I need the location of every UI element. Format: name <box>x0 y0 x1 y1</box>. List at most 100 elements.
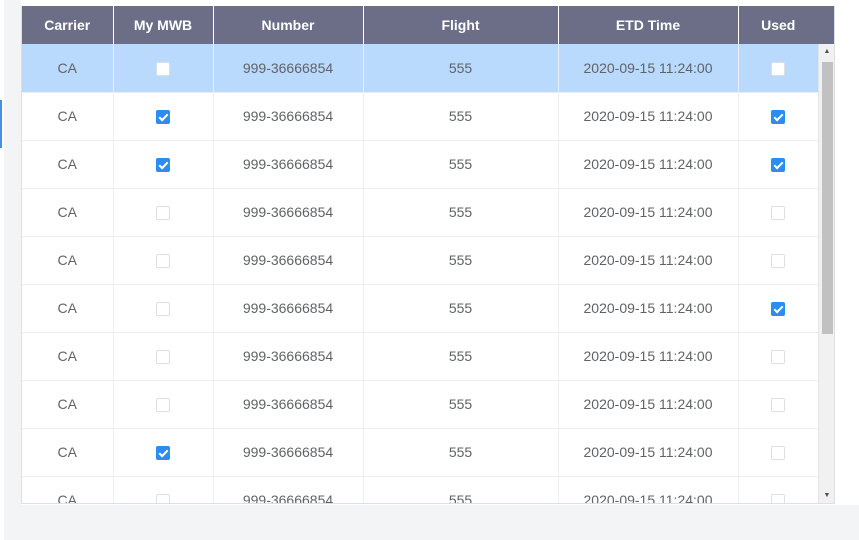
my-mwb-cell <box>113 92 214 141</box>
used-checkbox[interactable] <box>771 350 786 365</box>
my-mwb-cell <box>113 44 214 93</box>
carrier-cell: CA <box>22 140 114 189</box>
flight-cell: 555 <box>363 44 559 93</box>
my-mwb-cell <box>113 476 214 503</box>
my-mwb-cell <box>113 428 214 477</box>
etd-time-cell: 2020-09-15 11:24:00 <box>558 188 739 237</box>
flight-cell: 555 <box>363 140 559 189</box>
used-checkbox[interactable] <box>771 494 786 503</box>
table-row[interactable]: CA 999-36666854 555 2020-09-15 11:24:00 <box>22 476 818 503</box>
used-checkbox[interactable] <box>771 206 786 221</box>
flight-cell: 555 <box>363 332 559 381</box>
number-cell: 999-36666854 <box>213 44 364 93</box>
carrier-cell: CA <box>22 332 114 381</box>
flight-cell: 555 <box>363 236 559 285</box>
used-cell <box>738 92 818 141</box>
page-background <box>4 0 21 505</box>
my-mwb-cell <box>113 188 214 237</box>
etd-time-cell: 2020-09-15 11:24:00 <box>558 236 739 285</box>
used-cell <box>738 284 818 333</box>
grid-header: Carrier My MWB Number Flight ETD Time Us… <box>22 6 818 44</box>
my-mwb-checkbox[interactable] <box>156 206 170 221</box>
my-mwb-cell <box>113 380 214 429</box>
table-row[interactable]: CA 999-36666854 555 2020-09-15 11:24:00 <box>22 284 818 333</box>
used-cell <box>738 140 818 189</box>
scroll-down-icon[interactable]: ▼ <box>819 488 834 503</box>
header-gutter <box>818 6 834 44</box>
number-cell: 999-36666854 <box>213 380 364 429</box>
etd-time-cell: 2020-09-15 11:24:00 <box>558 476 739 503</box>
used-checkbox[interactable] <box>771 110 786 125</box>
flight-cell: 555 <box>363 476 559 503</box>
my-mwb-checkbox[interactable] <box>156 350 170 365</box>
flight-cell: 555 <box>363 188 559 237</box>
scroll-up-icon[interactable]: ▲ <box>819 44 834 60</box>
used-checkbox[interactable] <box>771 302 786 317</box>
used-checkbox[interactable] <box>771 254 786 269</box>
column-header-flight[interactable]: Flight <box>363 6 559 44</box>
used-cell <box>738 476 818 503</box>
column-header-etd-time[interactable]: ETD Time <box>558 6 739 44</box>
column-header-carrier[interactable]: Carrier <box>22 6 114 44</box>
flight-cell: 555 <box>363 380 559 429</box>
scrollbar-thumb[interactable] <box>822 62 833 334</box>
used-cell <box>738 428 818 477</box>
used-cell <box>738 188 818 237</box>
etd-time-cell: 2020-09-15 11:24:00 <box>558 140 739 189</box>
number-cell: 999-36666854 <box>213 140 364 189</box>
my-mwb-checkbox[interactable] <box>156 446 170 461</box>
used-checkbox[interactable] <box>771 158 786 173</box>
column-header-used[interactable]: Used <box>738 6 818 44</box>
my-mwb-checkbox[interactable] <box>156 302 170 317</box>
table-row[interactable]: CA 999-36666854 555 2020-09-15 11:24:00 <box>22 188 818 237</box>
used-checkbox[interactable] <box>771 446 786 461</box>
number-cell: 999-36666854 <box>213 332 364 381</box>
carrier-cell: CA <box>22 284 114 333</box>
flight-cell: 555 <box>363 428 559 477</box>
number-cell: 999-36666854 <box>213 92 364 141</box>
used-checkbox[interactable] <box>771 398 786 413</box>
number-cell: 999-36666854 <box>213 236 364 285</box>
flight-cell: 555 <box>363 284 559 333</box>
my-mwb-checkbox[interactable] <box>156 398 170 413</box>
carrier-cell: CA <box>22 380 114 429</box>
grid-body: CA 999-36666854 555 2020-09-15 11:24:00 CA 99… <box>22 44 818 503</box>
used-checkbox[interactable] <box>771 61 786 76</box>
etd-time-cell: 2020-09-15 11:24:00 <box>558 44 739 93</box>
my-mwb-checkbox[interactable] <box>156 494 170 503</box>
my-mwb-checkbox[interactable] <box>156 158 170 173</box>
my-mwb-checkbox[interactable] <box>156 254 170 269</box>
used-cell <box>738 332 818 381</box>
column-header-my-mwb[interactable]: My MWB <box>113 6 214 44</box>
table-row[interactable]: CA 999-36666854 555 2020-09-15 11:24:00 <box>22 428 818 477</box>
column-header-number[interactable]: Number <box>213 6 364 44</box>
number-cell: 999-36666854 <box>213 428 364 477</box>
data-grid: Carrier My MWB Number Flight ETD Time Us… <box>21 6 835 504</box>
table-row[interactable]: CA 999-36666854 555 2020-09-15 11:24:00 <box>22 380 818 429</box>
etd-time-cell: 2020-09-15 11:24:00 <box>558 332 739 381</box>
my-mwb-cell <box>113 284 214 333</box>
table-row[interactable]: CA 999-36666854 555 2020-09-15 11:24:00 <box>22 44 818 93</box>
etd-time-cell: 2020-09-15 11:24:00 <box>558 428 739 477</box>
table-row[interactable]: CA 999-36666854 555 2020-09-15 11:24:00 <box>22 332 818 381</box>
flight-cell: 555 <box>363 92 559 141</box>
carrier-cell: CA <box>22 236 114 285</box>
vertical-scrollbar[interactable]: ▲ ▼ <box>818 44 834 503</box>
used-cell <box>738 380 818 429</box>
carrier-cell: CA <box>22 92 114 141</box>
my-mwb-checkbox[interactable] <box>156 110 170 125</box>
my-mwb-checkbox[interactable] <box>156 61 170 76</box>
carrier-cell: CA <box>22 188 114 237</box>
etd-time-cell: 2020-09-15 11:24:00 <box>558 380 739 429</box>
table-row[interactable]: CA 999-36666854 555 2020-09-15 11:24:00 <box>22 236 818 285</box>
used-cell <box>738 236 818 285</box>
table-row[interactable]: CA 999-36666854 555 2020-09-15 11:24:00 <box>22 92 818 141</box>
carrier-cell: CA <box>22 476 114 503</box>
etd-time-cell: 2020-09-15 11:24:00 <box>558 92 739 141</box>
carrier-cell: CA <box>22 44 114 93</box>
active-indicator <box>0 100 2 148</box>
number-cell: 999-36666854 <box>213 188 364 237</box>
table-row[interactable]: CA 999-36666854 555 2020-09-15 11:24:00 <box>22 140 818 189</box>
my-mwb-cell <box>113 236 214 285</box>
my-mwb-cell <box>113 140 214 189</box>
